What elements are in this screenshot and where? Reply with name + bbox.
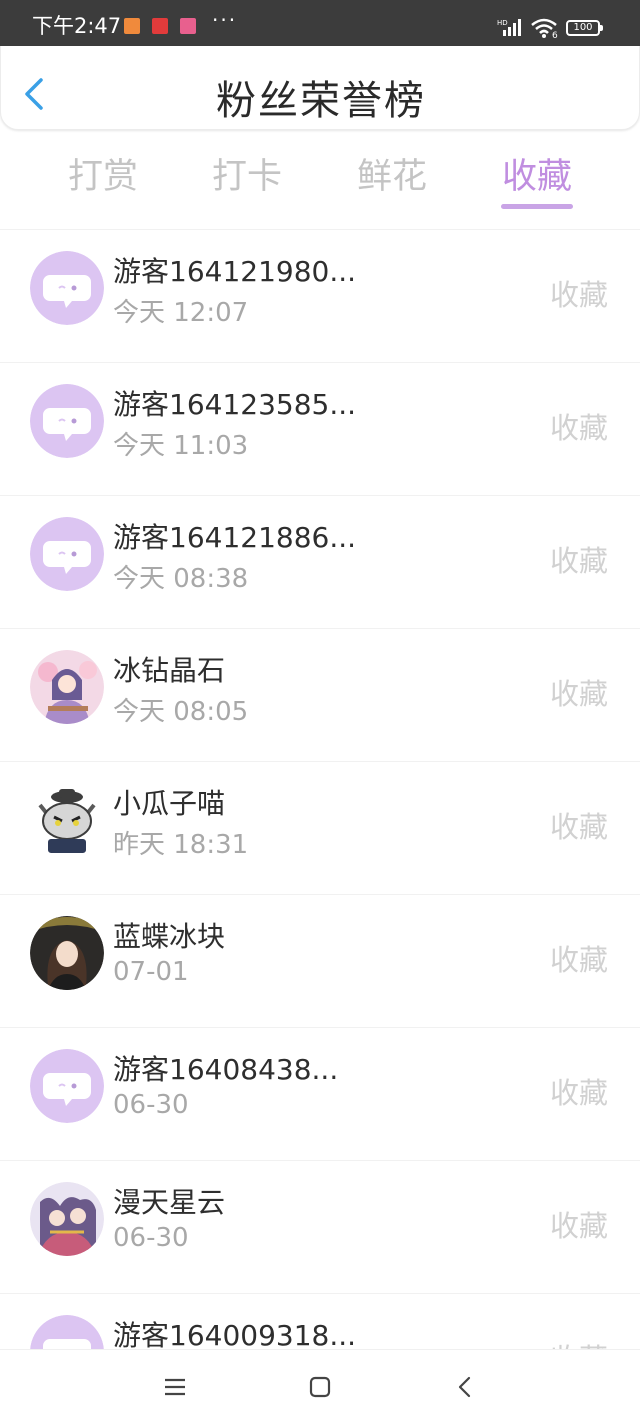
favorite-label: 收藏 — [549, 278, 608, 312]
favorite-time: 今天 08:05 — [113, 697, 249, 727]
favorite-time: 今天 12:07 — [113, 298, 249, 328]
system-nav-bar — [0, 1349, 640, 1422]
photo-avatar-dark-icon — [30, 916, 104, 990]
user-name: 游客164009318... — [113, 1319, 357, 1349]
favorite-time: 06-30 — [113, 1223, 189, 1253]
back-icon — [458, 1376, 471, 1398]
list-item[interactable]: 游客16408438... 06-30 收藏 — [0, 1027, 640, 1160]
menu-icon — [165, 1378, 185, 1396]
avatar[interactable] — [30, 384, 104, 458]
battery-icon: 100 — [566, 20, 603, 36]
user-name: 漫天星云 — [113, 1186, 226, 1219]
network-type-label: HD — [497, 19, 508, 27]
default-chat-avatar-icon — [30, 1049, 104, 1123]
favorite-label: 收藏 — [549, 411, 608, 445]
list-item[interactable]: 游客164121980... 今天 12:07 收藏 — [0, 229, 640, 362]
photo-avatar-cat-icon — [30, 783, 104, 857]
user-name: 冰钻晶石 — [113, 654, 226, 687]
menu-button[interactable] — [160, 1372, 190, 1402]
tab-bar: 打赏 打卡 鲜花 收藏 — [0, 140, 640, 212]
list-item[interactable]: 漫天星云 06-30 收藏 — [0, 1160, 640, 1293]
favorite-label: 收藏 — [550, 1336, 608, 1349]
favorite-time: 06-30 — [113, 1090, 189, 1120]
user-name: 游客164123585... — [113, 388, 357, 421]
user-name: 蓝蝶冰块 — [113, 920, 226, 953]
tab-checkin[interactable]: 打卡 — [202, 148, 292, 199]
system-back-button[interactable] — [450, 1372, 480, 1402]
wifi-version-label: 6 — [552, 31, 558, 39]
list-item[interactable]: 游客164121886... 今天 08:38 收藏 — [0, 495, 640, 628]
notification-news-icon — [152, 18, 168, 34]
list-item[interactable]: 游客164009318... 收藏 — [0, 1293, 640, 1349]
avatar[interactable] — [30, 517, 104, 591]
signal-icon: HD — [497, 19, 521, 36]
favorite-label: 收藏 — [549, 810, 608, 844]
favorite-label: 收藏 — [549, 677, 608, 711]
photo-avatar-anime-icon — [30, 1182, 104, 1256]
avatar[interactable] — [30, 916, 104, 990]
list-item[interactable]: 冰钻晶石 今天 08:05 收藏 — [0, 628, 640, 761]
notification-shop-icon — [180, 18, 196, 34]
favorite-label: 收藏 — [549, 943, 608, 977]
home-button[interactable] — [305, 1372, 335, 1402]
list-item[interactable]: 小瓜子喵 昨天 18:31 收藏 — [0, 761, 640, 894]
favorite-time: 07-01 — [113, 957, 189, 987]
avatar[interactable] — [30, 783, 104, 857]
tab-reward[interactable]: 打赏 — [58, 148, 148, 199]
avatar[interactable] — [30, 650, 104, 724]
fan-list: 游客164121980... 今天 12:07 收藏 游客164123585..… — [0, 229, 640, 1349]
list-item[interactable]: 蓝蝶冰块 07-01 收藏 — [0, 894, 640, 1027]
page-header: 粉丝荣誉榜 — [0, 46, 640, 130]
favorite-label: 收藏 — [549, 544, 608, 578]
list-item[interactable]: 游客164123585... 今天 11:03 收藏 — [0, 362, 640, 495]
default-chat-avatar-icon — [30, 517, 104, 591]
default-chat-avatar-icon — [30, 251, 104, 325]
more-notifications-icon: ··· — [212, 8, 238, 32]
favorite-time: 今天 11:03 — [113, 431, 249, 461]
user-name: 小瓜子喵 — [113, 787, 226, 820]
favorite-label: 收藏 — [549, 1076, 608, 1110]
status-bar: 下午2:47 ··· HD 6 100 — [0, 0, 640, 46]
default-chat-avatar-icon — [30, 384, 104, 458]
user-name: 游客16408438... — [113, 1053, 339, 1086]
user-name: 游客164121980... — [113, 255, 357, 288]
avatar[interactable] — [30, 1049, 104, 1123]
avatar[interactable] — [30, 1315, 104, 1349]
notification-app-icon — [124, 18, 140, 34]
wifi-icon: 6 — [531, 18, 558, 39]
photo-avatar-girl-icon — [30, 650, 104, 724]
page-title: 粉丝荣誉榜 — [216, 78, 426, 124]
avatar[interactable] — [30, 251, 104, 325]
user-name: 游客164121886... — [113, 521, 357, 554]
favorite-time: 昨天 18:31 — [113, 830, 249, 860]
tab-favorites[interactable]: 收藏 — [492, 148, 582, 199]
status-time: 下午2:47 — [32, 14, 122, 38]
favorite-time: 今天 08:38 — [113, 564, 249, 594]
default-chat-avatar-icon — [30, 1315, 104, 1349]
avatar[interactable] — [30, 1182, 104, 1256]
favorite-label: 收藏 — [549, 1209, 608, 1243]
active-tab-indicator — [501, 204, 573, 209]
home-square-icon — [309, 1376, 331, 1398]
tab-flowers[interactable]: 鲜花 — [347, 148, 437, 199]
